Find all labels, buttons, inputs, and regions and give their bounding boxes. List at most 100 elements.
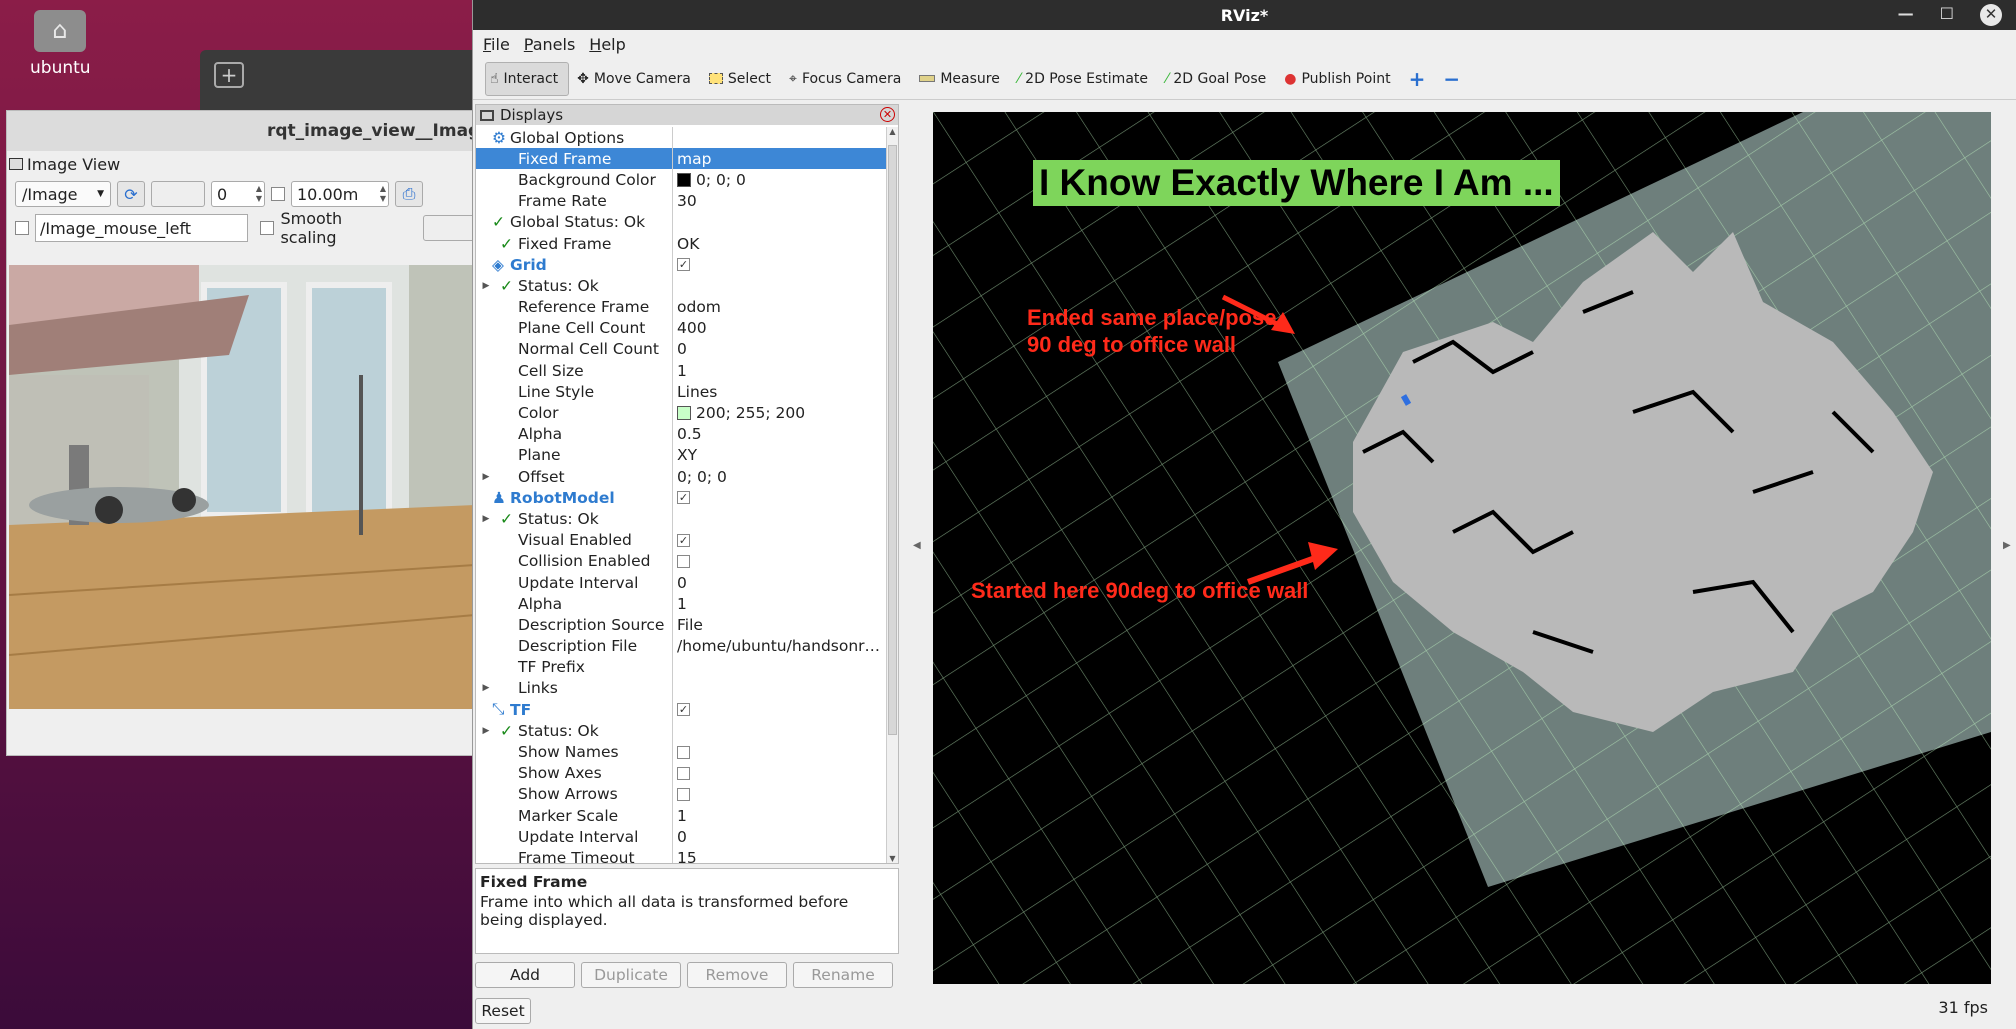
display-row[interactable]: ✓ Global Status: Ok [476,211,886,233]
display-row[interactable]: ⚙ Global Options [476,127,886,149]
display-row-value[interactable]: 0 [672,338,886,361]
close-panel-icon[interactable]: ✕ [880,107,895,122]
display-row-value[interactable] [672,656,886,678]
menu-panels[interactable]: Panels [524,35,576,54]
display-row-value[interactable]: ✓ [672,254,886,276]
scrollbar-thumb[interactable] [888,145,897,735]
display-row-value[interactable]: 0; 0; 0 [672,169,886,191]
rqt-image-view-window[interactable]: rqt_image_view__ImageVi Image View /Imag… [6,110,476,756]
display-row[interactable]: Normal Cell Count 0 [476,338,886,361]
display-row-value[interactable]: 0 [672,826,886,848]
rqt-titlebar[interactable]: rqt_image_view__ImageVi [7,111,475,151]
collapse-right-icon[interactable]: ▶ [2003,540,2011,551]
display-row-value[interactable] [672,762,886,784]
display-row-value[interactable] [672,127,886,149]
display-row-value[interactable] [672,508,886,530]
color-swatch[interactable] [677,406,691,421]
display-row[interactable]: Plane Cell Count 400 [476,317,886,339]
add-button[interactable]: Add [475,962,575,988]
select-tool[interactable]: Select [705,62,781,96]
displays-tree[interactable]: ⚙ Global Options Fixed Frame map Background … [476,127,886,863]
scroll-up-icon[interactable]: ▲ [887,127,898,136]
display-row[interactable]: Plane XY [476,444,886,466]
display-row[interactable]: Frame Rate 30 [476,190,886,212]
expand-arrow-icon[interactable]: ▶ [480,726,492,736]
display-row[interactable]: ◈ Grid ✓ [476,254,886,276]
display-row-value[interactable]: Lines [672,381,886,403]
display-row-value[interactable]: /home/ubuntu/handsonr… [672,635,886,657]
unchecked-checkbox[interactable] [677,745,690,759]
display-row[interactable]: Visual Enabled ✓ [476,529,886,551]
display-row[interactable]: Show Names [476,741,886,763]
display-row-value[interactable]: 1 [672,593,886,615]
display-row[interactable]: Cell Size 1 [476,360,886,382]
3d-viewport[interactable]: I Know Exactly Where I Am ... Ended same… [933,112,1991,984]
mouse-publish-checkbox[interactable] [15,221,29,235]
menu-help[interactable]: Help [589,35,625,54]
display-row-value[interactable] [672,275,886,297]
display-row[interactable]: TF Prefix [476,656,886,678]
display-row-value[interactable]: 1 [672,805,886,827]
display-row[interactable]: Background Color 0; 0; 0 [476,169,886,191]
display-row-value[interactable] [672,783,886,805]
display-row-value[interactable]: 1 [672,360,886,382]
display-row-value[interactable]: 30 [672,190,886,212]
display-row[interactable]: Alpha 1 [476,593,886,615]
expand-arrow-icon[interactable]: ▶ [480,281,492,291]
move-camera-tool[interactable]: ✥ Move Camera [573,62,701,96]
display-row-value[interactable]: 0 [672,571,886,594]
collapse-left-icon[interactable]: ◀ [913,540,921,551]
measure-tool[interactable]: Measure [915,62,1010,96]
display-row[interactable]: Update Interval 0 [476,826,886,848]
blank-button[interactable] [151,181,205,207]
focus-camera-tool[interactable]: ⌖ Focus Camera [785,62,911,96]
display-row[interactable]: ▶ ✓ Status: Ok [476,508,886,530]
minimize-icon[interactable]: — [1898,4,1914,26]
spin-box[interactable]: 0 ▲ ▼ [211,181,265,207]
display-row[interactable]: Update Interval 0 [476,571,886,594]
display-row-value[interactable]: ✓ [672,699,886,721]
display-row[interactable]: Description Source File [476,614,886,636]
checked-checkbox[interactable]: ✓ [677,533,690,547]
checked-checkbox[interactable]: ✓ [677,703,690,717]
display-row-value[interactable] [672,677,886,700]
remove-tool-icon[interactable]: − [1439,62,1470,96]
display-row-value[interactable]: ✓ [672,487,886,509]
rviz-titlebar[interactable]: RViz* — ☐ ✕ [473,0,2016,30]
checked-checkbox[interactable]: ✓ [677,258,690,272]
add-tool-icon[interactable]: + [1405,62,1436,96]
display-row[interactable]: ▶ ✓ Status: Ok [476,275,886,297]
display-row-value[interactable] [672,550,886,572]
unchecked-checkbox[interactable] [677,787,690,801]
range-checkbox[interactable] [271,187,285,201]
display-row[interactable]: Alpha 0.5 [476,423,886,445]
checked-checkbox[interactable]: ✓ [677,491,690,505]
topic-select[interactable]: /Image ▼ [15,181,111,207]
expand-arrow-icon[interactable]: ▶ [480,514,492,524]
home-folder-icon[interactable]: ubuntu [30,10,91,78]
display-row-value[interactable]: 0; 0; 0 [672,466,886,488]
display-row[interactable]: Line Style Lines [476,381,886,403]
display-row[interactable]: Show Arrows [476,783,886,805]
display-row-value[interactable]: 200; 255; 200 [672,402,886,424]
display-row-value[interactable] [672,211,886,233]
remove-button[interactable]: Remove [687,962,787,988]
unchecked-checkbox[interactable] [677,554,690,568]
display-row[interactable]: ♟ RobotModel ✓ [476,487,886,509]
display-row[interactable]: Marker Scale 1 [476,805,886,827]
smooth-scaling-checkbox[interactable] [260,221,275,235]
display-row-value[interactable]: 0.5 [672,423,886,445]
mouse-topic-field[interactable]: /Image_mouse_left [34,214,249,242]
pose-estimate-tool[interactable]: ⁄ 2D Pose Estimate [1014,62,1158,96]
rename-button[interactable]: Rename [793,962,893,988]
display-row[interactable]: Color 200; 255; 200 [476,402,886,424]
menu-file[interactable]: File [483,35,510,54]
display-row-value[interactable]: 15 [672,847,886,863]
display-row[interactable]: ⤡ TF ✓ [476,699,886,721]
interact-tool[interactable]: ☝ Interact [485,61,570,96]
reset-button[interactable]: Reset [475,998,531,1024]
display-row-value[interactable]: odom [672,296,886,318]
color-swatch[interactable] [677,172,691,187]
display-row[interactable]: ▶ ✓ Status: Ok [476,720,886,742]
display-row[interactable]: Reference Frame odom [476,296,886,318]
